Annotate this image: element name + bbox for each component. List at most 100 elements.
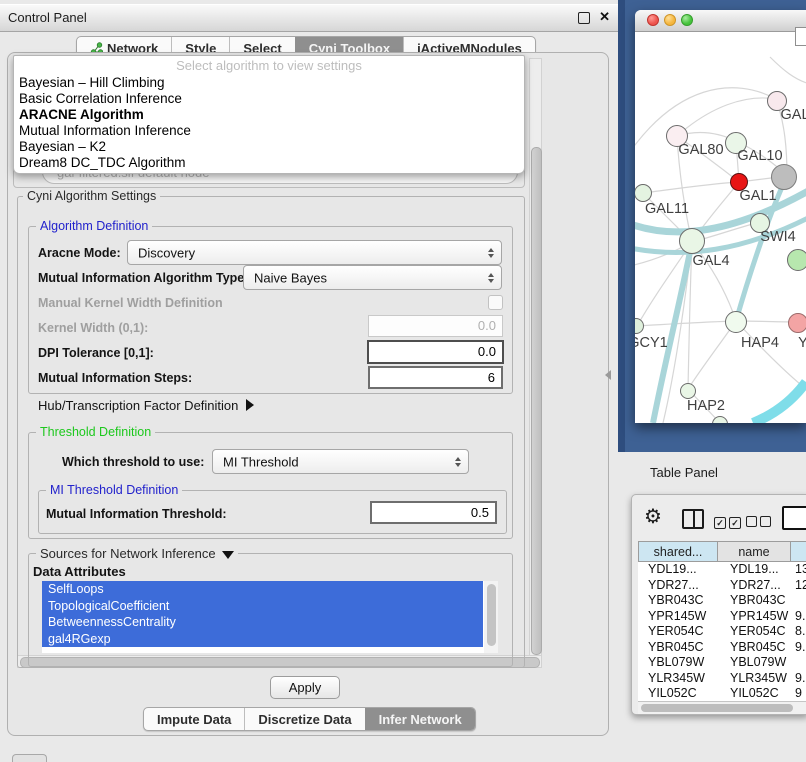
columns-icon[interactable]: [682, 509, 704, 529]
table-row[interactable]: YBL079W YBL079W: [638, 655, 806, 671]
app-root: Control Panel ✕ Network Style Select Cyn…: [0, 0, 806, 762]
which-threshold-combo[interactable]: MI Threshold: [212, 449, 469, 474]
column-header-shared[interactable]: shared...: [638, 541, 718, 562]
network-node[interactable]: [679, 228, 705, 254]
algorithm-definition-legend: Algorithm Definition: [36, 219, 152, 233]
tab-infer-network[interactable]: Infer Network: [365, 708, 475, 730]
mi-steps-field[interactable]: 6: [368, 366, 503, 389]
algorithm-dropdown-list: Select algorithm to view settings Bayesi…: [13, 55, 525, 174]
table-horizontal-scrollbar[interactable]: [638, 701, 806, 714]
dropdown-item[interactable]: Bayesian – Hill Climbing: [14, 75, 524, 91]
network-window: GAL80 GAL10 GAL1 GAL11 SWI4 GAL4 GCY1 HA…: [635, 10, 806, 423]
panel-collapse-arrow[interactable]: [605, 370, 611, 380]
control-panel-title-bar: Control Panel ✕: [0, 4, 618, 32]
table-row[interactable]: YBR045C YBR045C 9.: [638, 640, 806, 656]
network-window-title-bar[interactable]: [635, 10, 806, 32]
node-label: GCY1: [635, 335, 668, 351]
column-header-name[interactable]: name: [718, 541, 791, 562]
close-traffic-light-icon[interactable]: [647, 14, 659, 26]
list-item[interactable]: gal4RGexp: [42, 631, 483, 648]
gear-icon[interactable]: ⚙: [644, 504, 662, 529]
table-body: YDL19... YDL19... 13 YDR27... YDR27... 1…: [638, 562, 806, 702]
dpi-tolerance-field[interactable]: 0.0: [367, 340, 504, 364]
table-row[interactable]: YIL052C YIL052C 9: [638, 686, 806, 702]
network-node[interactable]: [680, 383, 696, 399]
partial-toolbar-icon[interactable]: [782, 506, 806, 530]
network-node-gray[interactable]: [771, 164, 797, 190]
list-item[interactable]: SelfLoops: [42, 581, 483, 598]
mi-threshold-field[interactable]: 0.5: [370, 501, 497, 524]
table-row[interactable]: YBR043C YBR043C: [638, 593, 806, 609]
mi-algorithm-type-combo[interactable]: Naive Bayes: [243, 265, 502, 290]
network-node[interactable]: [787, 249, 806, 271]
network-corner-box: [795, 27, 806, 46]
node-label: HAP4: [741, 335, 779, 351]
stepper-icon: [455, 457, 461, 467]
bottom-left-partial-box[interactable]: [12, 754, 47, 762]
manual-kernel-width-label: Manual Kernel Width Definition: [38, 296, 223, 310]
clear-checkboxes-icon[interactable]: [746, 514, 774, 532]
node-label: GAL80: [678, 142, 723, 158]
table-row[interactable]: YDL19... YDL19... 13: [638, 562, 806, 578]
dpi-tolerance-label: DPI Tolerance [0,1]:: [38, 346, 154, 360]
dropdown-item[interactable]: Mutual Information Inference: [14, 123, 524, 139]
dropdown-item[interactable]: Bayesian – K2: [14, 139, 524, 155]
aracne-mode-label: Aracne Mode:: [38, 246, 121, 260]
kernel-width-field[interactable]: 0.0: [368, 315, 503, 337]
node-label: GAL1: [739, 188, 776, 204]
table-row[interactable]: YPR145W YPR145W 9.: [638, 609, 806, 625]
node-label: SWI4: [760, 229, 795, 245]
data-attributes-label: Data Attributes: [33, 564, 126, 579]
node-label: GAL11: [645, 201, 689, 217]
table-header: shared... name: [638, 541, 806, 562]
data-attributes-list: SelfLoops TopologicalCoefficient Between…: [42, 581, 498, 653]
network-node[interactable]: [725, 311, 747, 333]
network-canvas[interactable]: GAL80 GAL10 GAL1 GAL11 SWI4 GAL4 GCY1 HA…: [635, 32, 806, 423]
node-label: GAL10: [737, 148, 782, 164]
mi-threshold-definition-legend: MI Threshold Definition: [46, 483, 182, 497]
network-view-edge: [618, 0, 625, 452]
apply-button[interactable]: Apply: [270, 676, 340, 699]
manual-kernel-width-checkbox[interactable]: [488, 295, 503, 310]
minimize-traffic-light-icon[interactable]: [664, 14, 676, 26]
which-threshold-label: Which threshold to use:: [62, 455, 204, 469]
settings-vertical-scrollbar-thumb[interactable]: [531, 147, 542, 655]
aracne-mode-combo[interactable]: Discovery: [127, 240, 502, 265]
sources-legend[interactable]: Sources for Network Inference: [36, 546, 238, 561]
threshold-definition-legend: Threshold Definition: [36, 425, 155, 439]
kernel-width-label: Kernel Width (0,1):: [38, 321, 148, 335]
mi-steps-label: Mutual Information Steps:: [38, 371, 192, 385]
close-icon[interactable]: ✕: [599, 9, 610, 25]
table-panel-title: Table Panel: [650, 465, 718, 480]
list-item[interactable]: BetweennessCentrality: [42, 614, 483, 631]
table-horizontal-scrollbar-thumb[interactable]: [641, 704, 793, 712]
stepper-icon: [488, 273, 494, 283]
control-panel-title: Control Panel: [8, 10, 87, 25]
mi-threshold-label: Mutual Information Threshold:: [46, 507, 227, 521]
dropdown-item[interactable]: Dream8 DC_TDC Algorithm: [14, 155, 524, 171]
stepper-icon: [488, 248, 494, 258]
float-window-icon[interactable]: [578, 12, 590, 24]
node-label: HAP2: [687, 398, 725, 414]
node-label: GAL4: [692, 253, 729, 269]
table-row[interactable]: YLR345W YLR345W 9.: [638, 671, 806, 687]
bottom-tab-strip: Impute Data Discretize Data Infer Networ…: [143, 707, 476, 731]
expand-triangle-icon: [246, 399, 254, 411]
zoom-traffic-light-icon[interactable]: [681, 14, 693, 26]
select-all-checkboxes-icon[interactable]: ✓✓: [714, 513, 744, 531]
list-scrollbar[interactable]: [484, 581, 498, 653]
list-item[interactable]: TopologicalCoefficient: [42, 598, 483, 615]
dropdown-item[interactable]: Basic Correlation Inference: [14, 91, 524, 107]
column-header-clipped[interactable]: [791, 541, 806, 562]
node-label-clipped: Y: [798, 335, 806, 351]
cyni-algorithm-settings-legend: Cyni Algorithm Settings: [23, 189, 160, 203]
table-row[interactable]: YER054C YER054C 8.: [638, 624, 806, 640]
network-node[interactable]: [788, 313, 806, 333]
tab-discretize-data[interactable]: Discretize Data: [244, 708, 364, 730]
table-row[interactable]: YDR27... YDR27... 12: [638, 578, 806, 594]
tab-impute-data[interactable]: Impute Data: [144, 708, 244, 730]
dropdown-item-aracne[interactable]: ARACNE Algorithm: [14, 107, 524, 123]
dropdown-placeholder: Select algorithm to view settings: [14, 56, 524, 75]
collapse-triangle-icon: [222, 551, 234, 559]
hub-definition-toggle[interactable]: Hub/Transcription Factor Definition: [38, 398, 254, 413]
